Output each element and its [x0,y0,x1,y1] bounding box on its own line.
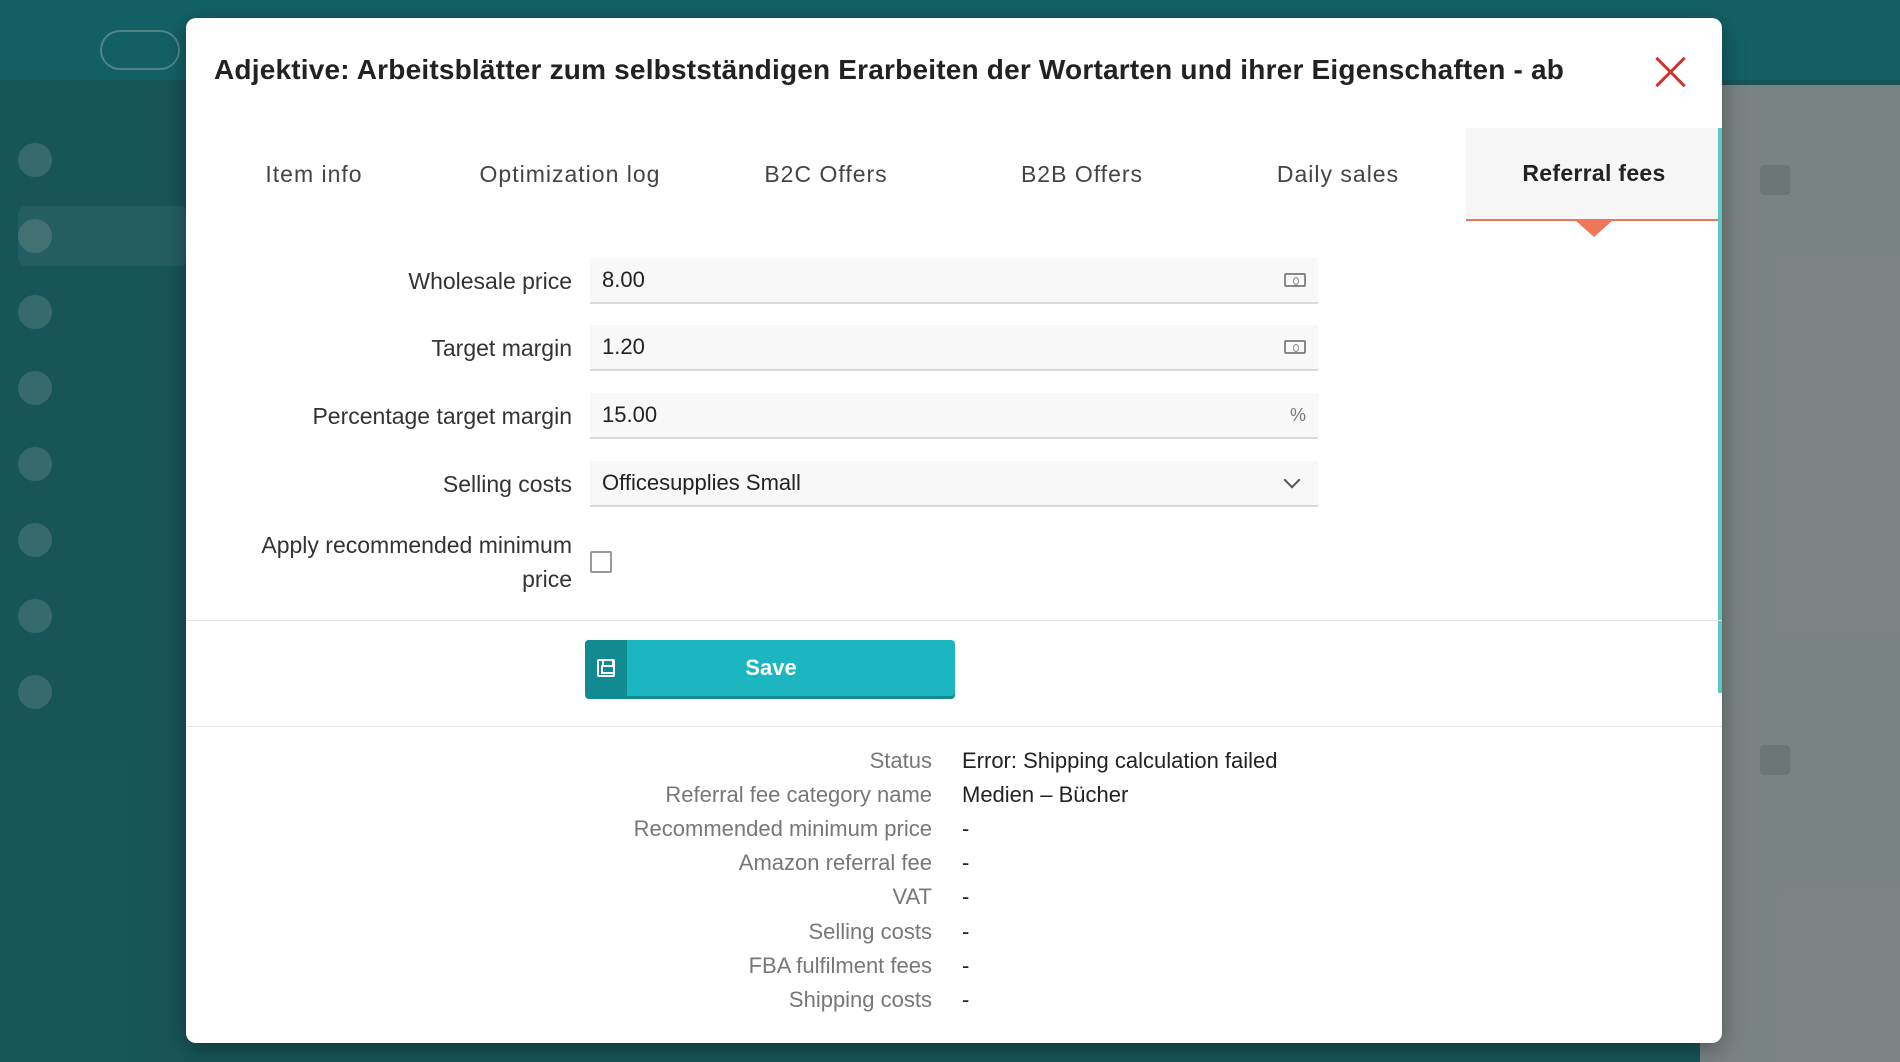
apply-min-price-label-line1: Apply recommended minimum [261,532,572,558]
selling-costs-label: Selling costs [442,471,572,497]
detail-key-fba-fees: FBA fulfilment fees [748,953,932,978]
detail-value-status: Error: Shipping calculation failed [962,748,1278,773]
tab-item-info[interactable]: Item info [186,128,442,221]
wholesale-price-value: 8.00 [602,267,645,292]
tab-referral-fees[interactable]: Referral fees [1466,128,1722,237]
detail-row: FBA fulfilment fees - [186,953,1722,987]
detail-row: Amazon referral fee - [186,850,1722,884]
target-margin-value: 1.20 [602,334,645,359]
detail-value-fba-fees: - [962,953,970,978]
detail-key-amazon-referral-fee: Amazon referral fee [738,850,932,875]
divider [186,620,1722,621]
detail-key-status: Status [869,748,932,773]
detail-row: Status Error: Shipping calculation faile… [186,748,1722,782]
detail-value-recommended-min-price: - [962,816,970,841]
percentage-target-margin-value: 15.00 [602,402,658,427]
selling-costs-select[interactable]: Officesupplies Small [590,461,1318,507]
percentage-target-margin-label: Percentage target margin [312,403,572,429]
money-icon [1284,273,1306,287]
selling-costs-value: Officesupplies Small [602,470,801,495]
detail-key-selling-costs: Selling costs [808,919,932,944]
detail-value-shipping-costs: - [962,987,970,1012]
tab-b2c-offers[interactable]: B2C Offers [698,128,954,221]
detail-key-category: Referral fee category name [665,782,932,807]
scrollbar[interactable] [1718,128,1722,693]
save-button[interactable]: Save [585,640,955,696]
floppy-disk-icon [597,659,615,677]
tab-daily-sales[interactable]: Daily sales [1210,128,1466,221]
tab-b2b-offers[interactable]: B2B Offers [954,128,1210,221]
modal-title: Adjektive: Arbeitsblätter zum selbststän… [214,54,1565,85]
percent-suffix: % [1289,404,1306,425]
save-icon-box [585,640,627,696]
apply-min-price-label: Apply recommended minimum price [261,528,572,596]
detail-key-vat: VAT [892,884,932,909]
chevron-down-icon [1283,471,1301,489]
apply-min-price-checkbox[interactable] [590,551,612,573]
wholesale-price-input[interactable]: 8.00 [590,258,1318,304]
detail-row: Recommended minimum price - [186,816,1722,850]
detail-row: Selling costs - [186,919,1722,953]
detail-value-vat: - [962,884,970,909]
close-icon[interactable] [1652,54,1688,90]
detail-key-recommended-min-price: Recommended minimum price [633,816,932,841]
target-margin-input[interactable]: 1.20 [590,325,1318,371]
detail-value-category: Medien – Bücher [962,782,1129,807]
detail-value-amazon-referral-fee: - [962,850,970,875]
detail-row: Shipping costs - [186,987,1722,1021]
tab-optimization-log[interactable]: Optimization log [442,128,698,221]
detail-value-selling-costs: - [962,919,970,944]
apply-min-price-label-line2: price [522,566,572,592]
tab-bar: Item info Optimization log B2C Offers B2… [186,128,1722,237]
percentage-target-margin-input[interactable]: 15.00 % [590,393,1318,439]
divider [186,726,1722,727]
wholesale-price-label: Wholesale price [408,268,572,294]
detail-row: VAT - [186,884,1722,918]
detail-row: Referral fee category name Medien – Büch… [186,782,1722,816]
money-icon [1284,340,1306,354]
save-button-label: Save [745,655,797,680]
item-detail-modal: Adjektive: Arbeitsblätter zum selbststän… [186,18,1722,1043]
target-margin-label: Target margin [431,335,572,361]
detail-key-shipping-costs: Shipping costs [788,987,932,1012]
